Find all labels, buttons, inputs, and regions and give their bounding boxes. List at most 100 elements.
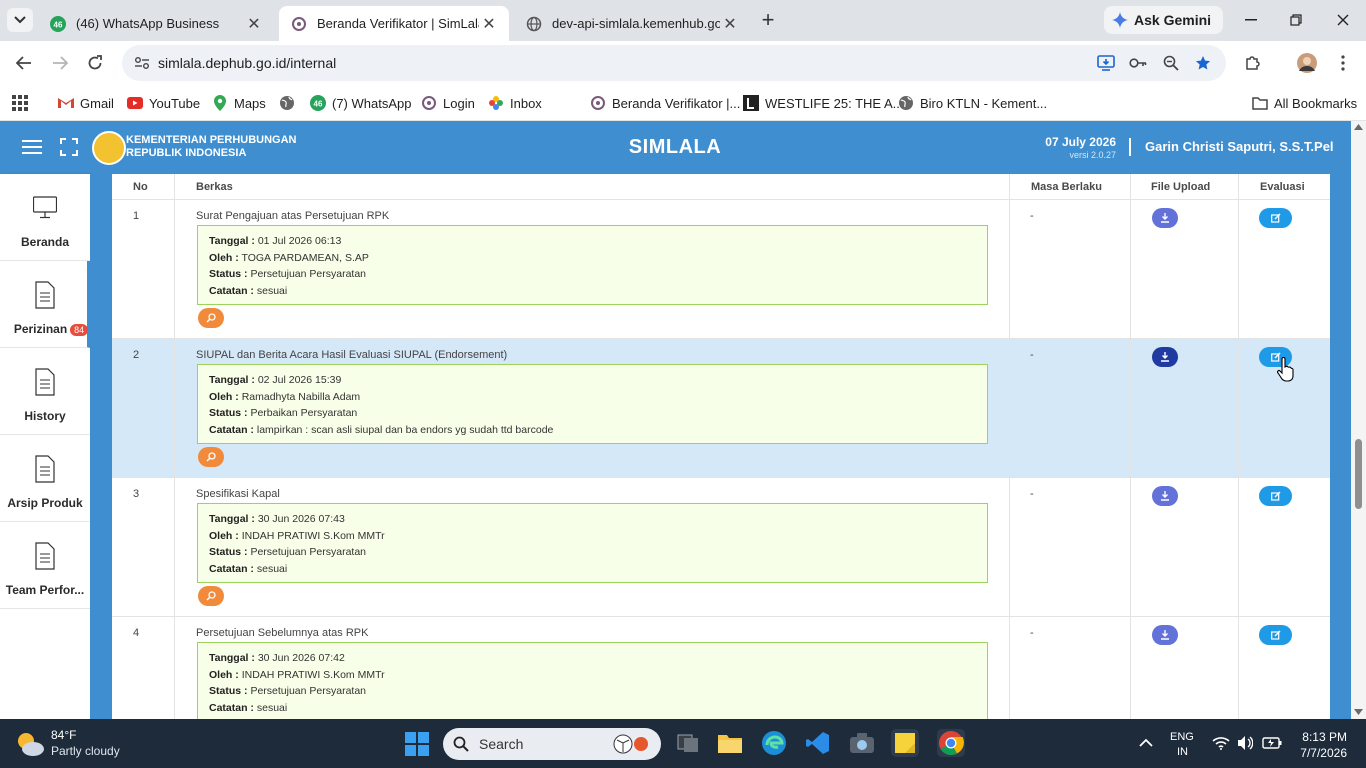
scroll-down-icon[interactable] [1354, 709, 1363, 715]
sidebar-item-team-performance[interactable]: Team Perfor... [0, 522, 90, 609]
bookmark-biro-ktln[interactable]: Biro KTLN - Kement... [898, 92, 1047, 114]
oleh-value: INDAH PRATIWI S.Kom MMTr [241, 668, 385, 681]
taskbar-search[interactable]: Search [443, 728, 661, 760]
field-label: Status : [209, 546, 248, 558]
task-view-icon[interactable] [674, 729, 702, 757]
fullscreen-icon[interactable] [60, 138, 78, 156]
camera-icon[interactable] [848, 729, 876, 757]
sidebar-item-beranda[interactable]: Beranda [0, 174, 90, 261]
view-file-button[interactable] [198, 447, 224, 467]
chevron-up-icon[interactable] [1139, 738, 1153, 747]
close-icon[interactable]: ✕ [244, 14, 264, 34]
password-key-icon[interactable] [1128, 53, 1148, 73]
field-label: Tanggal : [209, 235, 255, 247]
sidebar-item-history[interactable]: History [0, 348, 90, 435]
zoom-icon[interactable] [1161, 53, 1181, 73]
bookmark-star-icon[interactable] [1193, 53, 1213, 73]
extensions-button[interactable] [1241, 52, 1265, 74]
ask-gemini-button[interactable]: Ask Gemini [1104, 6, 1224, 34]
hamburger-icon[interactable] [22, 138, 42, 156]
vscode-icon[interactable] [804, 729, 832, 757]
sticky-notes-icon[interactable] [891, 729, 919, 757]
evaluate-button[interactable] [1259, 208, 1292, 228]
profile-avatar[interactable] [1295, 52, 1319, 74]
download-button[interactable] [1152, 625, 1178, 645]
all-bookmarks-button[interactable]: All Bookmarks [1252, 92, 1357, 114]
tab-search-button[interactable] [7, 8, 33, 32]
apps-button[interactable] [12, 92, 28, 114]
login-icon [421, 95, 437, 111]
page-scrollbar[interactable] [1351, 121, 1366, 719]
document-icon [35, 455, 55, 483]
close-icon [1337, 14, 1349, 26]
download-icon [1161, 630, 1169, 640]
status-value: Perbaikan Persyaratan [250, 407, 358, 419]
windows-start-icon[interactable] [405, 732, 429, 756]
close-icon[interactable]: ✕ [479, 14, 499, 34]
search-icon [206, 313, 216, 323]
evaluate-button[interactable] [1259, 486, 1292, 506]
file-explorer-icon[interactable] [716, 729, 744, 757]
weather-icon[interactable] [14, 729, 46, 759]
chrome-icon[interactable] [937, 729, 965, 757]
user-name[interactable]: Garin Christi Saputri, S.S.T.Pel [1145, 139, 1334, 154]
minimize-button[interactable] [1236, 8, 1266, 32]
app-version: versi 2.0.27 [1069, 150, 1116, 160]
download-button[interactable] [1152, 208, 1178, 228]
weather-description[interactable]: Partly cloudy [51, 744, 120, 758]
download-button[interactable] [1152, 486, 1178, 506]
bookmark-gmail[interactable]: Gmail [58, 92, 114, 114]
address-bar[interactable]: simlala.dephub.go.id/internal [122, 45, 1226, 81]
edge-icon[interactable] [760, 729, 788, 757]
bookmark-westlife[interactable]: WESTLIFE 25: THE A... [743, 92, 903, 114]
view-file-button[interactable] [198, 308, 224, 328]
battery-icon[interactable] [1262, 736, 1282, 750]
row-number: 2 [133, 349, 140, 361]
scroll-up-icon[interactable] [1354, 124, 1363, 130]
bookmark-login[interactable]: Login [421, 92, 475, 114]
restore-icon [1290, 14, 1302, 26]
restore-button[interactable] [1281, 8, 1311, 32]
evaluate-button[interactable] [1259, 625, 1292, 645]
weather-temperature[interactable]: 84°F [51, 728, 76, 742]
column-header-masa-berlaku: Masa Berlaku [1031, 180, 1102, 193]
menu-button[interactable] [1331, 52, 1355, 74]
app-title: SIMLALA [628, 136, 722, 158]
sidebar-item-arsip-produk[interactable]: Arsip Produk [0, 435, 90, 522]
bookmark-whatsapp[interactable]: 46 (7) WhatsApp [310, 92, 411, 114]
catatan-value: lampirkan : scan asli siupal dan ba endo… [256, 423, 554, 436]
bookmark-inbox[interactable]: Inbox [488, 92, 542, 114]
tab-simlala[interactable]: Beranda Verifikator | SimLala ✕ [279, 6, 509, 41]
forward-button[interactable] [48, 52, 72, 74]
site-info-icon[interactable] [132, 53, 152, 73]
bookmark-label: WESTLIFE 25: THE A... [765, 95, 904, 111]
scrollbar-thumb[interactable] [1355, 439, 1362, 509]
apps-grid-icon [12, 95, 28, 111]
tab-dev-api[interactable]: dev-api-simlala.kemenhub.go.id ✕ [514, 6, 750, 41]
close-window-button[interactable] [1328, 8, 1358, 32]
tab-whatsapp[interactable]: 46 (46) WhatsApp Business ✕ [38, 6, 274, 41]
youtube-icon [127, 95, 143, 111]
view-file-button[interactable] [198, 586, 224, 606]
catatan-value: sesuai [256, 284, 288, 297]
wifi-icon[interactable] [1212, 736, 1230, 750]
bookmark-maps[interactable]: Maps [212, 92, 266, 114]
taskbar-clock[interactable]: 8:13 PM 7/7/2026 [1300, 729, 1347, 761]
reload-button[interactable] [83, 52, 107, 74]
input-method-indicator[interactable]: IN [1177, 746, 1188, 758]
bookmark-youtube[interactable]: YouTube [127, 92, 200, 114]
language-indicator[interactable]: ENG [1170, 731, 1194, 743]
install-app-icon[interactable] [1096, 53, 1116, 73]
bookmark-beranda[interactable]: Beranda Verifikator |... [590, 92, 740, 114]
sidebar-item-perizinan[interactable]: Perizinan 84 [0, 261, 90, 348]
speaker-icon[interactable] [1237, 735, 1253, 751]
column-divider [174, 174, 175, 719]
row-divider [112, 616, 1330, 617]
new-tab-button[interactable]: + [757, 7, 779, 32]
sidebar: Beranda Perizinan 84 History Arsip Produk… [0, 174, 90, 719]
bookmark-globe[interactable] [279, 92, 301, 114]
close-icon[interactable]: ✕ [720, 14, 740, 34]
header-date: 07 July 2026 [1045, 135, 1116, 149]
back-button[interactable] [12, 52, 36, 74]
download-button[interactable] [1152, 347, 1178, 367]
